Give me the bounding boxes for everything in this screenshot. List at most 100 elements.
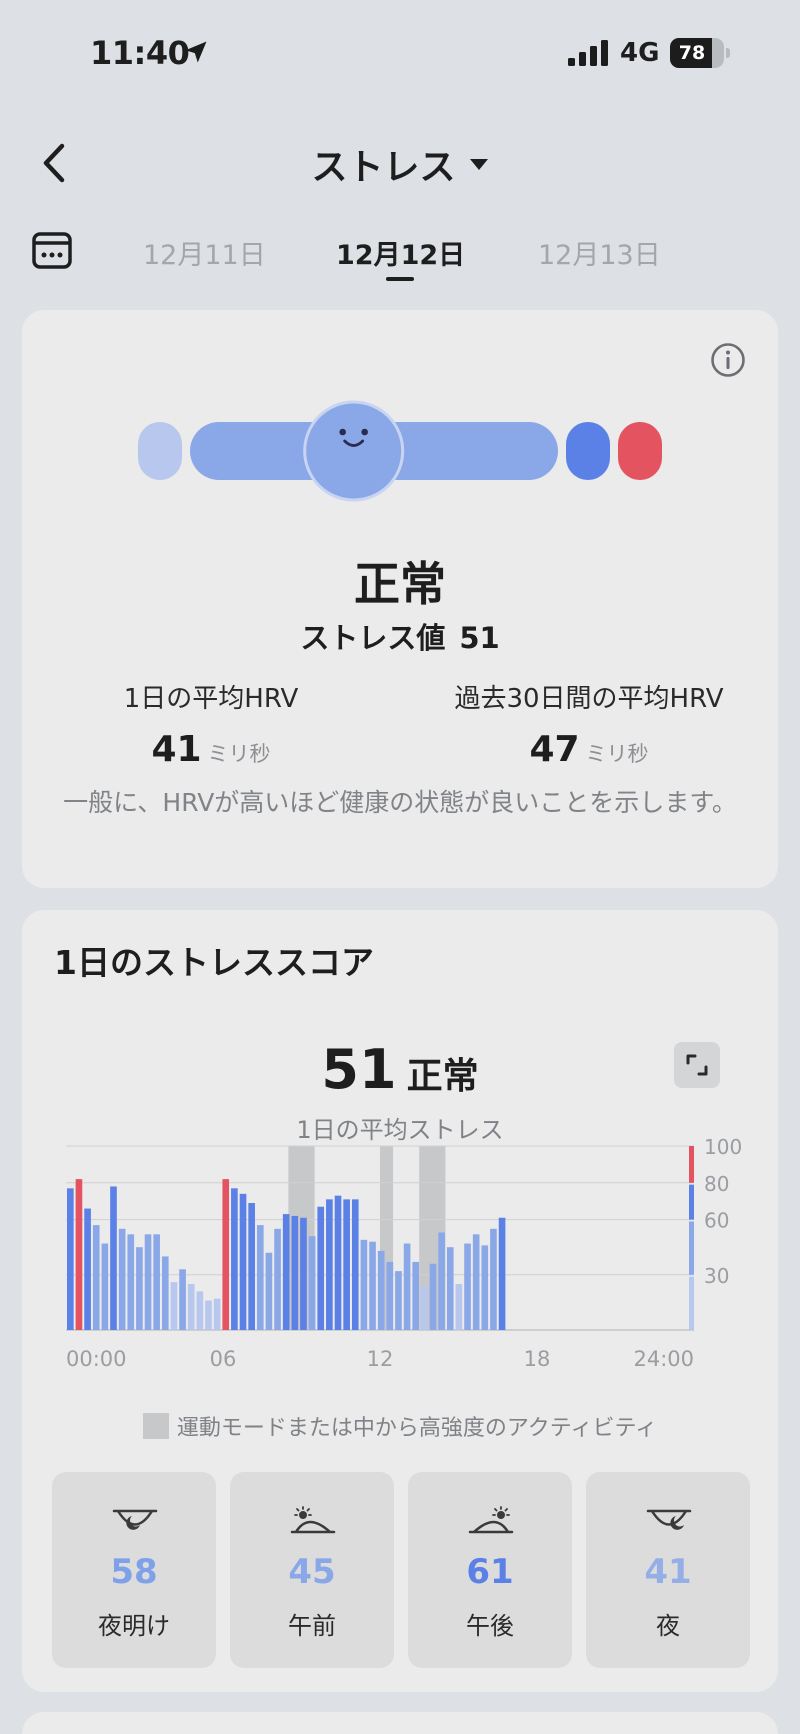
stress-bar: [403, 1243, 411, 1330]
stress-bar: [308, 1236, 316, 1330]
period-morning-label: 午前: [288, 1612, 336, 1640]
stress-bar: [282, 1214, 290, 1330]
hrv-30day-value: 47: [529, 729, 580, 770]
section-title: 1日のストレススコア: [54, 943, 374, 982]
y-tick-label: 60: [704, 1209, 729, 1233]
next-card: [22, 1712, 778, 1734]
stress-bar: [144, 1234, 152, 1330]
stress-bar: [386, 1261, 394, 1330]
morning-icon: [290, 1506, 336, 1534]
stress-bar: [429, 1263, 437, 1330]
stress-bar: [222, 1179, 230, 1330]
scale-strip: [689, 1276, 694, 1330]
activity-legend-swatch: [142, 1413, 169, 1439]
average-stress-row: 51 正常: [22, 1038, 778, 1101]
stress-bar: [274, 1228, 281, 1330]
night-icon: [646, 1509, 692, 1530]
x-tick-label: 24:00: [633, 1347, 694, 1371]
dawn-icon: [112, 1509, 158, 1530]
stress-bar: [498, 1217, 506, 1330]
stress-bar: [67, 1188, 74, 1330]
stress-bar-chart[interactable]: 100 80 60 30 00:00 06 12 18 24:00: [22, 1130, 778, 1410]
title-dropdown[interactable]: ストレス: [0, 138, 800, 190]
period-afternoon[interactable]: 61 午後: [408, 1472, 572, 1668]
expand-icon: [686, 1054, 708, 1076]
date-tab-current[interactable]: 12月12日: [336, 233, 465, 272]
daily-stress-score-card: 1日のストレススコア 51 正常 1日の平均ストレス 100 80 60 30 00:00…: [22, 910, 778, 1692]
hrv-30day-label: 過去30日間の平均HRV: [454, 684, 724, 714]
average-stress-value: 51: [321, 1038, 397, 1101]
stress-bar: [360, 1239, 368, 1330]
caret-down-icon: [469, 159, 488, 170]
stress-bar: [127, 1234, 135, 1330]
stress-bar: [326, 1199, 333, 1330]
stress-bar: [110, 1186, 117, 1330]
stress-bar: [317, 1206, 325, 1330]
stress-bar: [248, 1203, 255, 1330]
stress-bar: [256, 1225, 264, 1330]
stress-bar: [343, 1199, 350, 1330]
date-tab-next[interactable]: 12月13日: [538, 233, 661, 272]
period-afternoon-value: 61: [466, 1552, 514, 1592]
scale-strip: [689, 1146, 694, 1183]
stress-gauge: [138, 400, 662, 502]
stress-bar: [161, 1256, 169, 1330]
stress-value: 51: [459, 621, 500, 655]
selected-date-indicator: [386, 277, 414, 281]
calendar-icon[interactable]: [32, 230, 72, 270]
stress-bar: [239, 1193, 247, 1330]
stress-bar: [92, 1225, 100, 1330]
period-night-value: 41: [644, 1552, 692, 1592]
stress-bar: [395, 1271, 402, 1330]
x-tick-label: 12: [367, 1347, 394, 1371]
battery-indicator: 78: [670, 38, 730, 68]
stress-bar: [455, 1284, 463, 1330]
status-bar: 11:40 4G 78: [0, 0, 800, 110]
y-tick-label: 100: [704, 1135, 742, 1159]
stress-bar: [351, 1199, 359, 1330]
network-type: 4G: [620, 38, 660, 68]
stress-bar: [118, 1228, 126, 1330]
stress-bar: [205, 1300, 212, 1330]
stress-bar: [334, 1195, 342, 1330]
stress-level-label: 正常: [354, 557, 446, 611]
hrv-note: 一般に、HRVが高いほど健康の状態が良いことを示します。: [63, 788, 737, 817]
period-night[interactable]: 41 夜: [586, 1472, 750, 1668]
location-arrow-icon: [185, 41, 207, 63]
period-morning-value: 45: [288, 1552, 336, 1592]
period-night-label: 夜: [656, 1612, 680, 1640]
period-dawn[interactable]: 58 夜明け: [52, 1472, 216, 1668]
y-tick-label: 80: [704, 1172, 729, 1196]
period-morning[interactable]: 45 午前: [230, 1472, 394, 1668]
stress-bar: [213, 1298, 221, 1330]
header: ストレス: [0, 130, 800, 200]
stress-bar: [438, 1232, 445, 1330]
stress-bar: [136, 1247, 143, 1330]
page-title: ストレス: [311, 147, 456, 188]
stress-bar: [377, 1250, 385, 1330]
stress-bar: [75, 1179, 83, 1330]
hrv-30day-unit: ミリ秒: [585, 742, 649, 766]
battery-percent: 78: [678, 42, 706, 64]
date-tab-prev[interactable]: 12月11日: [143, 233, 266, 272]
hrv-daily-value: 41: [151, 729, 202, 770]
period-dawn-label: 夜明け: [98, 1612, 170, 1640]
stress-bar: [153, 1234, 160, 1330]
hrv-daily-label: 1日の平均HRV: [123, 684, 299, 714]
status-time: 11:40: [90, 34, 190, 72]
stress-bar: [421, 1285, 428, 1330]
stress-bar: [412, 1261, 420, 1330]
cellular-signal-icon: [568, 40, 608, 66]
stress-bar: [300, 1217, 307, 1330]
stress-bar: [196, 1291, 204, 1330]
stress-bar: [187, 1284, 195, 1330]
stress-bar: [84, 1208, 91, 1330]
stress-bar: [446, 1247, 454, 1330]
period-afternoon-label: 午後: [466, 1612, 514, 1640]
expand-button[interactable]: [674, 1042, 720, 1088]
x-tick-label: 00:00: [66, 1347, 127, 1371]
period-breakdown: 58 夜明け 45 午前 61 午後 41 夜: [52, 1472, 752, 1668]
stress-summary-card: 正常 ストレス値 51 1日の平均HRV 41 ミリ秒 過去30日間の平均HRV 4…: [22, 310, 778, 888]
stress-bar: [231, 1188, 238, 1330]
stress-bar: [179, 1269, 186, 1330]
